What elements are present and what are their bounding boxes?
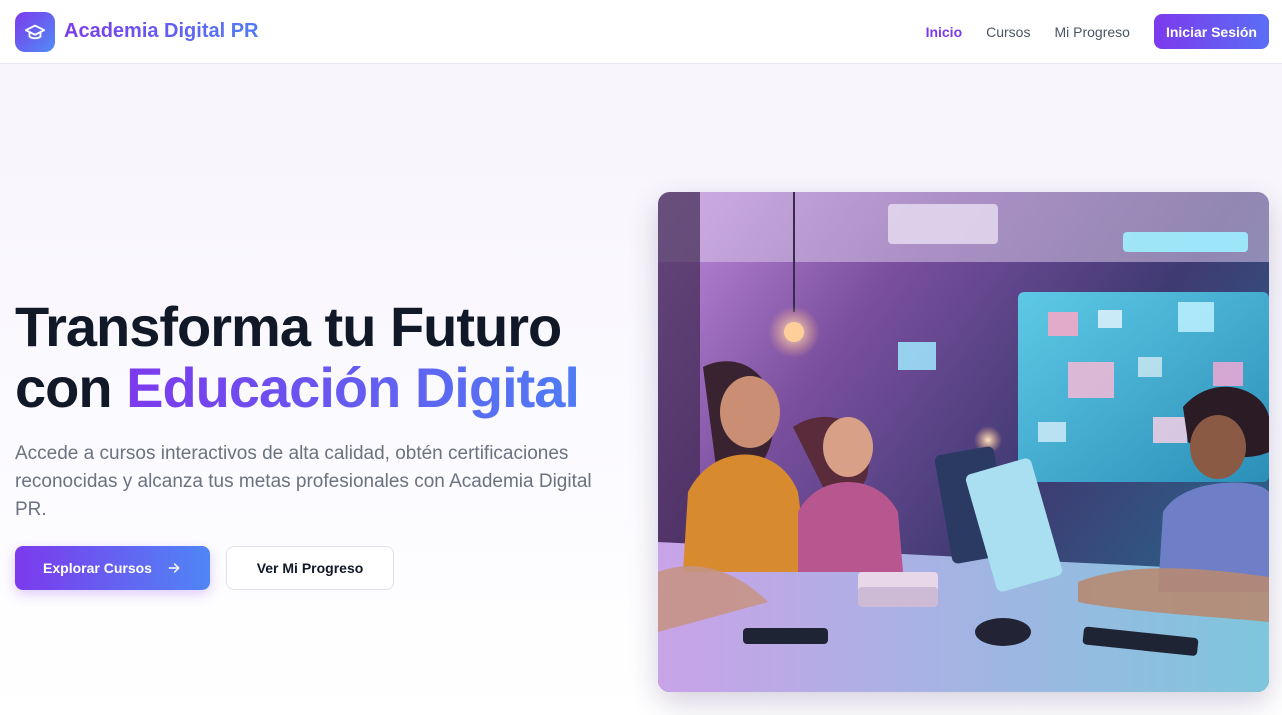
brand[interactable]: Academia Digital PR [15,11,259,52]
brand-name: Academia Digital PR [64,20,259,42]
main-nav: Inicio Cursos Mi Progreso Iniciar Sesión [926,14,1269,49]
hero-title-prefix: con [15,356,127,419]
hero-classroom-image [658,192,1269,692]
login-button[interactable]: Iniciar Sesión [1153,14,1269,49]
arrow-right-icon [168,563,180,573]
explore-courses-label: Explorar Cursos [43,560,152,576]
nav-link-cursos[interactable]: Cursos [986,24,1030,40]
hero-title-line-1: Transforma tu Futuro [15,295,562,358]
view-progress-button[interactable]: Ver Mi Progreso [226,546,394,590]
hero-subtitle: Accede a cursos interactivos de alta cal… [15,443,592,520]
explore-courses-button[interactable]: Explorar Cursos [15,546,210,590]
hero-title-accent: Educación Digital [126,356,580,419]
graduation-cap-icon [15,11,55,52]
nav-link-mi-progreso[interactable]: Mi Progreso [1054,24,1129,40]
top-navigation-bar: Academia Digital PR Inicio Cursos Mi Pro… [0,0,1282,64]
hero-title: Transforma tu Futuro con Educación Digit… [15,296,635,418]
nav-link-inicio[interactable]: Inicio [926,24,963,40]
hero-actions: Explorar Cursos Ver Mi Progreso [15,546,394,590]
